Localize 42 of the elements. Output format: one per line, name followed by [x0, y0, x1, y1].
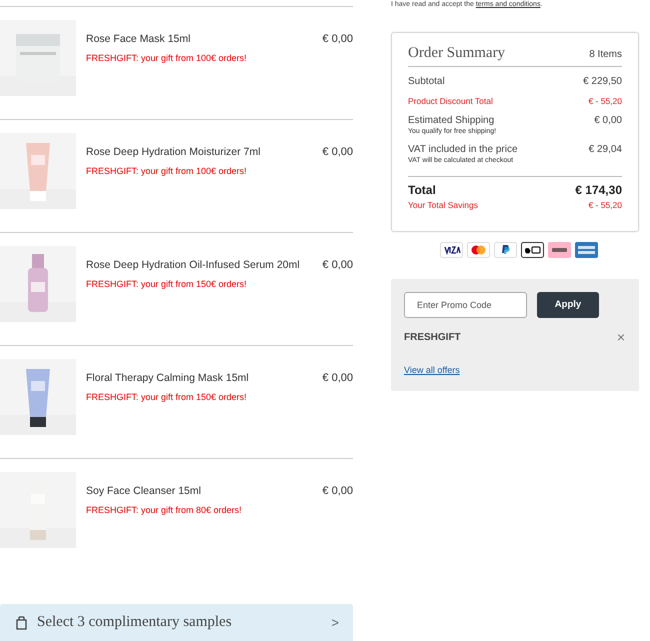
product-price: € 0,00: [322, 371, 353, 386]
promo-code-field[interactable]: Enter Promo Code: [404, 292, 527, 318]
payment-card-icon: [467, 242, 490, 258]
view-offers-link[interactable]: View all offers: [404, 365, 460, 375]
promo-message: FRESHGIFT: your gift from 80€ orders!: [86, 505, 243, 515]
summary-label: Estimated Shipping: [408, 115, 494, 126]
product-price: € 0,00: [322, 145, 353, 160]
promo-message: FRESHGIFT: your gift from 150€ orders!: [86, 392, 248, 402]
summary-value: € - 55,20: [588, 96, 622, 106]
payment-card-icon: [521, 242, 544, 258]
product-name[interactable]: Soy Face Cleanser 15ml: [86, 485, 312, 497]
summary-label: Product Discount Total: [408, 96, 493, 106]
savings-label: Your Total Savings: [408, 200, 478, 210]
product-name[interactable]: Rose Deep Hydration Oil-Infused Serum 20ml: [86, 259, 312, 271]
promo-message: FRESHGIFT: your gift from 100€ orders!: [86, 166, 248, 176]
product-price: € 0,00: [322, 484, 353, 499]
summary-label: Subtotal: [408, 76, 445, 87]
summary-value: € 229,50: [583, 76, 622, 87]
promo-message: FRESHGIFT: your gift from 150€ orders!: [86, 279, 248, 289]
product-name[interactable]: Floral Therapy Calming Mask 15ml: [86, 372, 312, 384]
payment-card-icon: [494, 242, 517, 258]
item-count: 8 Items: [589, 49, 622, 60]
payment-card-icon: [575, 242, 598, 258]
summary-value: € 29,04: [588, 144, 622, 155]
product-price: € 0,00: [322, 258, 353, 273]
summary-label: VAT included in the price: [408, 144, 518, 155]
chevron-icon: >: [331, 615, 339, 630]
summary-value: € 0,00: [594, 115, 622, 126]
promo-message: FRESHGIFT: your gift from 100€ orders!: [86, 53, 248, 63]
summary-title: Order Summary: [408, 45, 506, 62]
total-value: € 174,30: [575, 183, 622, 197]
payment-card-icon: [548, 242, 571, 258]
product-price: € 0,00: [322, 32, 353, 47]
savings-value: € - 55,20: [588, 200, 622, 210]
total-label: Total: [408, 183, 436, 197]
apply-button[interactable]: Apply: [537, 292, 599, 318]
shopping-bag-icon: [16, 616, 27, 630]
applied-code: FRESHGIFT: [404, 332, 461, 342]
product-name[interactable]: Rose Deep Hydration Moisturizer 7ml: [86, 146, 312, 158]
samples-button[interactable]: Select 3 complimentary samples >: [0, 604, 353, 641]
payment-card-icon: [440, 242, 463, 258]
product-name[interactable]: Rose Face Mask 15ml: [86, 33, 312, 45]
